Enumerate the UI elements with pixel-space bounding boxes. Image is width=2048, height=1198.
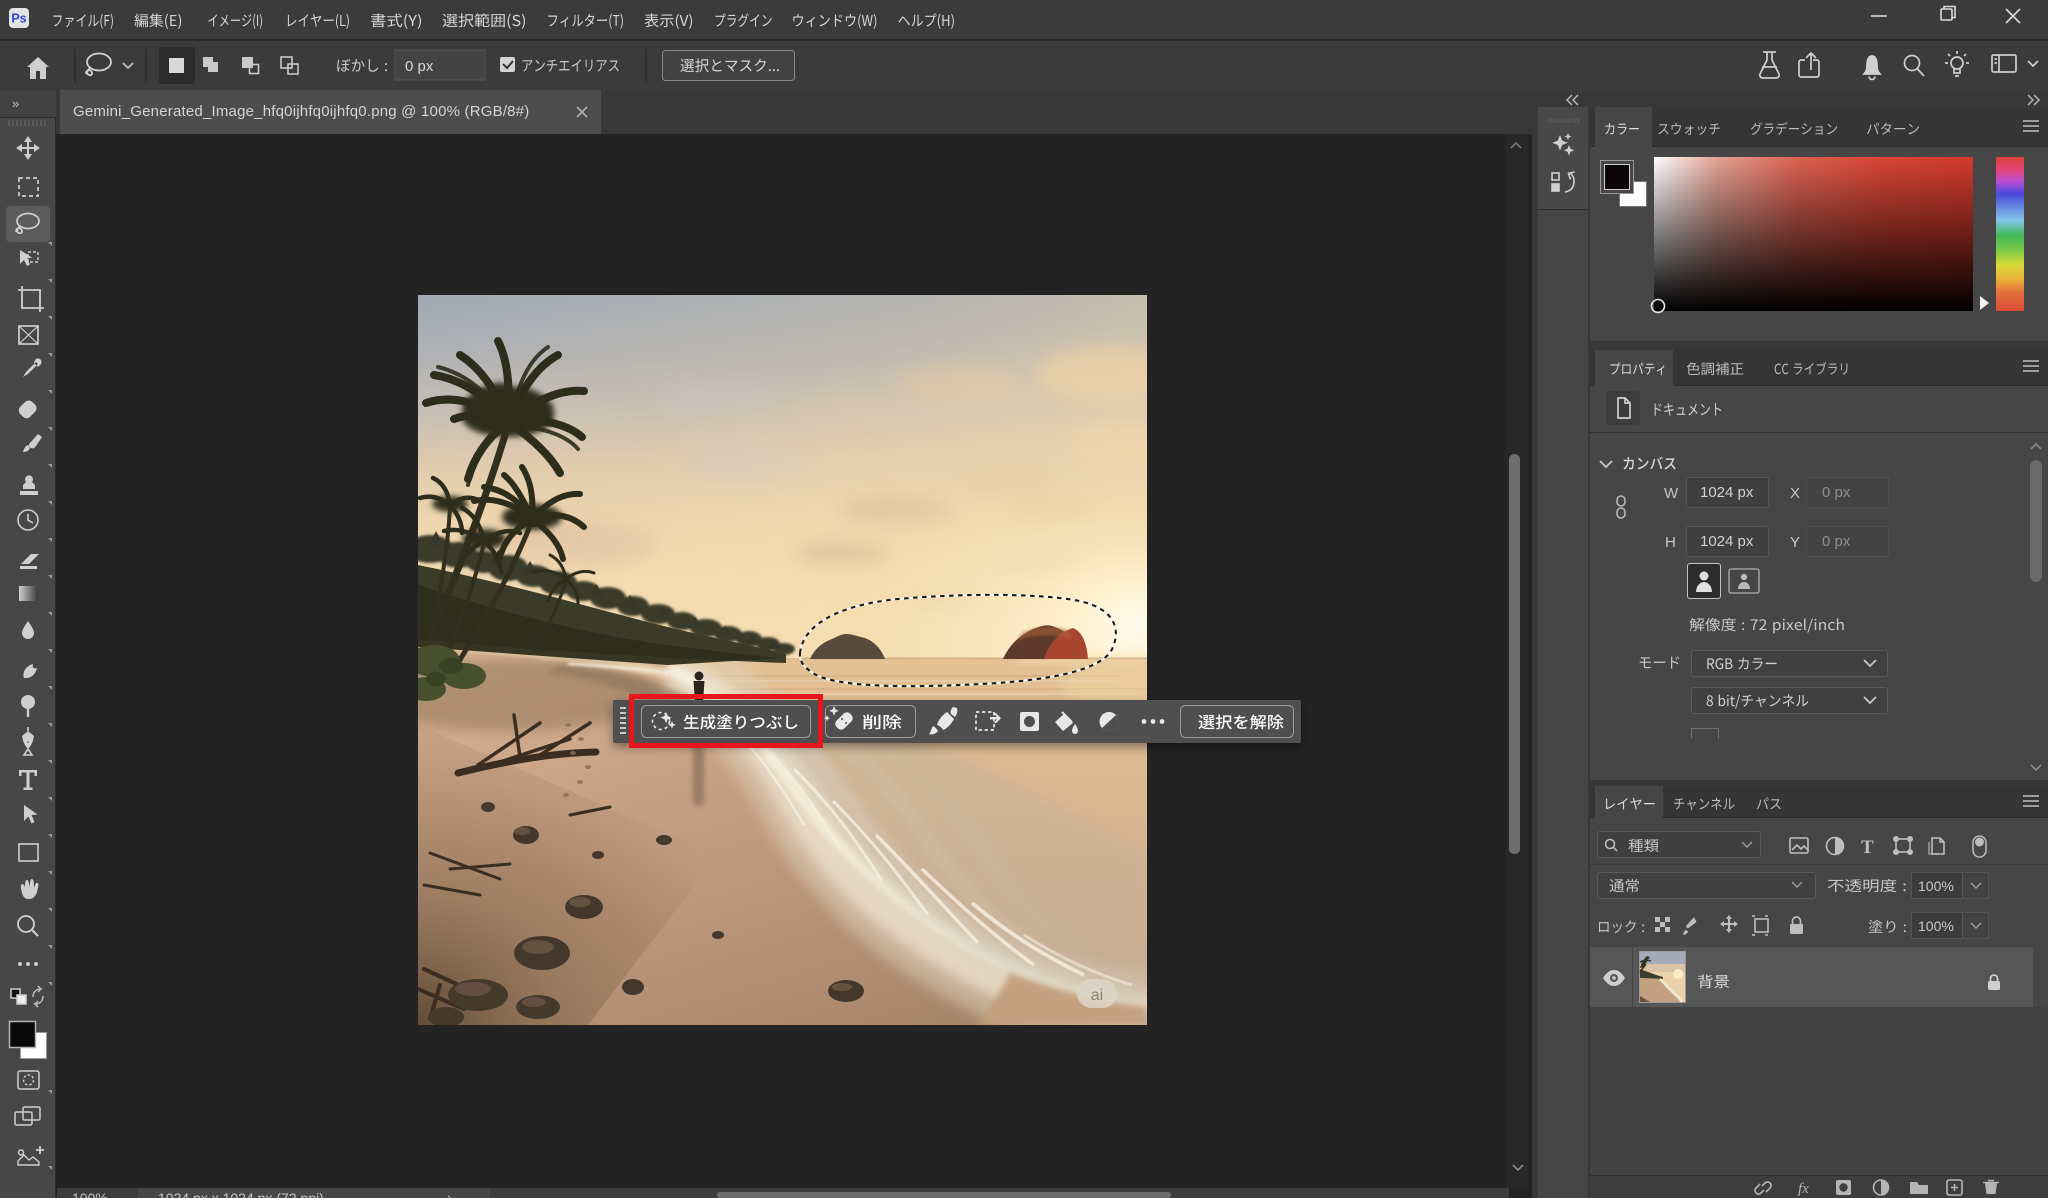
svg-text:ai: ai	[1091, 987, 1103, 1004]
svg-text:Ps: Ps	[11, 12, 26, 26]
svg-text:T: T	[1861, 837, 1874, 858]
svg-text:fx: fx	[1798, 1181, 1809, 1197]
svg-text:»: »	[12, 96, 19, 111]
svg-text:0 px: 0 px	[405, 58, 434, 75]
